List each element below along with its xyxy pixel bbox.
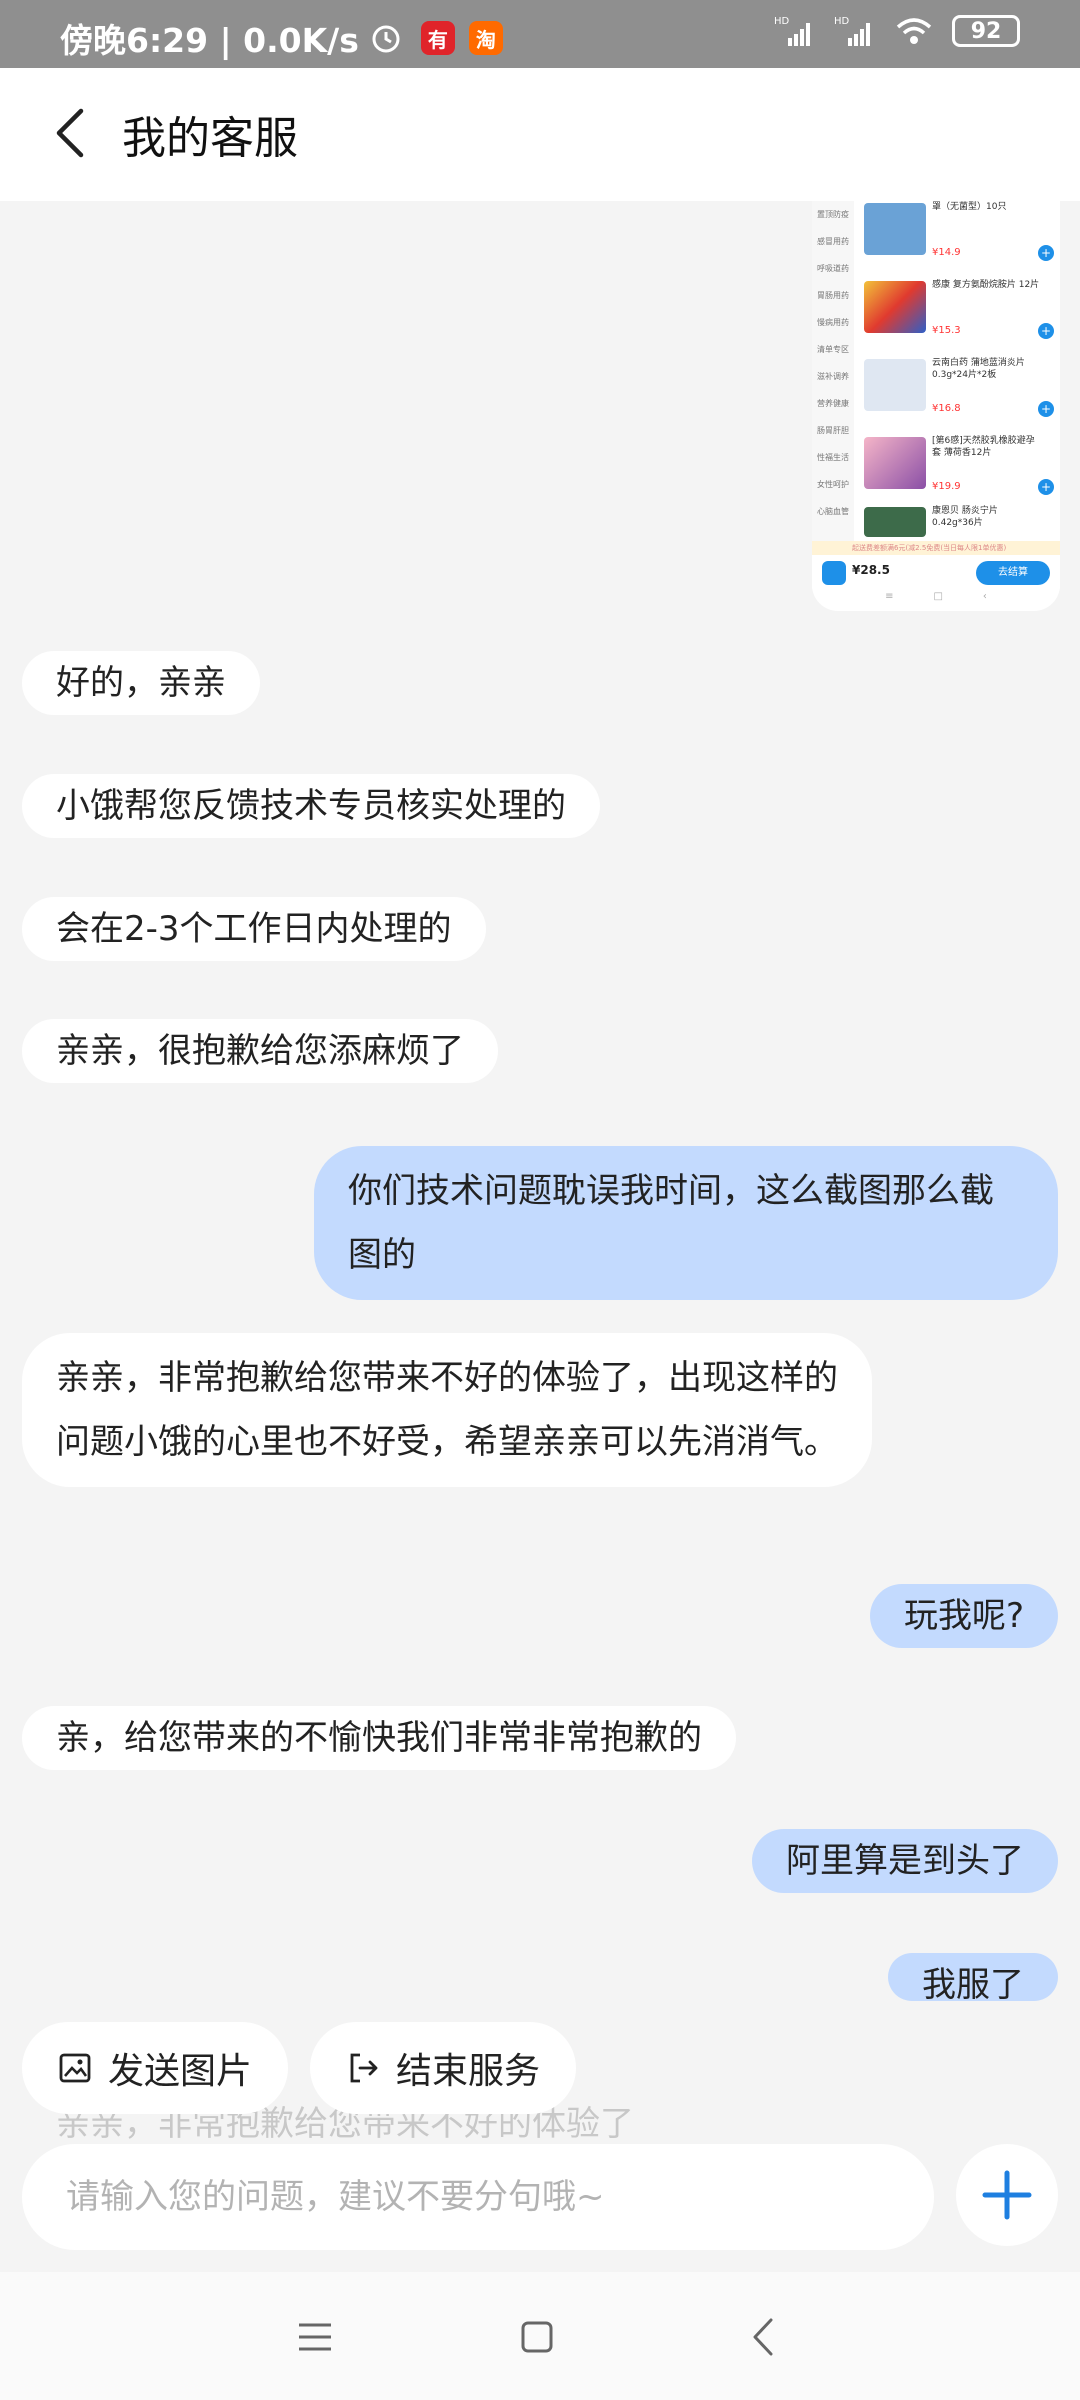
recent-apps-button[interactable]: [280, 2302, 350, 2372]
screenshot-sidebar-item: 滋补调养: [817, 372, 849, 381]
product-image: [864, 359, 926, 411]
screenshot-nav: ≡ □ ‹: [812, 591, 1060, 611]
home-button[interactable]: [502, 2302, 572, 2372]
screenshot-sidebar: 置顶防疫 感冒用药 呼吸道药 胃肠用药 慢病用药 清单专区 滋补调养 营养健康 …: [812, 201, 854, 541]
add-icon: +: [1038, 401, 1054, 417]
add-icon: +: [1038, 323, 1054, 339]
signal-icon-2: HD: [834, 16, 870, 46]
cart-total: ¥28.5: [852, 563, 890, 577]
logout-icon: [350, 2053, 378, 2083]
screenshot-sidebar-item: 呼吸道药: [817, 264, 849, 273]
screenshot-sidebar-item: 心脑血管: [817, 507, 849, 516]
product-price: ¥14.9: [932, 247, 961, 258]
screenshot-product: 感康 复方氨酚烷胺片 12片 ¥15.3 +: [860, 275, 1060, 355]
screenshot-product: [第6感]天然胶乳橡胶避孕套 薄荷香12片 ¥19.9 +: [860, 431, 1060, 511]
screenshot-product: 云南白药 蒲地蓝消炎片 0.3g*24片*2板 ¥16.8 +: [860, 353, 1060, 433]
back-nav-button[interactable]: [728, 2302, 798, 2372]
svg-text:HD: HD: [774, 16, 790, 27]
message-input[interactable]: [22, 2144, 934, 2250]
screenshot-sidebar-item: 感冒用药: [817, 237, 849, 246]
back-button[interactable]: [36, 98, 106, 168]
chat-area[interactable]: 置顶防疫 感冒用药 呼吸道药 胃肠用药 慢病用药 清单专区 滋补调养 营养健康 …: [0, 201, 1080, 2001]
agent-message: 亲，给您带来的不愉快我们非常非常抱歉的: [22, 1706, 736, 1770]
page-title: 我的客服: [122, 113, 298, 164]
end-service-label: 结束服务: [396, 2051, 541, 2092]
screenshot-sidebar-item: 清单专区: [817, 345, 849, 354]
product-name: [第6感]天然胶乳橡胶避孕套 薄荷香12片: [932, 436, 1035, 458]
product-image: [864, 281, 926, 333]
agent-message: 好的，亲亲: [22, 651, 260, 715]
screenshot-sidebar-item: 营养健康: [817, 399, 849, 408]
more-button[interactable]: [956, 2144, 1058, 2246]
status-left: 傍晚6:29 | 0.0K/s 有 淘: [60, 14, 503, 62]
menu-icon: ≡: [885, 591, 894, 602]
image-icon: [59, 2053, 91, 2083]
agent-message: 会在2-3个工作日内处理的: [22, 897, 486, 961]
status-bar: 傍晚6:29 | 0.0K/s 有 淘 HD HD 92: [0, 0, 1080, 68]
agent-message: 小饿帮您反馈技术专员核实处理的: [22, 774, 600, 838]
agent-message: 亲亲，很抱歉给您添麻烦了: [22, 1019, 498, 1083]
back-arrow-icon: [753, 2318, 773, 2356]
product-image: [864, 437, 926, 489]
wifi-icon: [896, 18, 932, 44]
agent-message: 亲亲，非常抱歉给您带来不好的体验了，出现这样的问题小饿的心里也不好受，希望亲亲可…: [22, 1333, 872, 1487]
screenshot-sidebar-item: 慢病用药: [817, 318, 849, 327]
screenshot-sidebar-item: 肠胃肝胆: [817, 426, 849, 435]
cart-icon: [822, 561, 846, 585]
status-time-speed: 傍晚6:29 | 0.0K/s: [60, 21, 359, 60]
taobao-icon: 淘: [468, 21, 503, 55]
send-image-label: 发送图片: [108, 2051, 253, 2092]
add-icon: +: [1038, 479, 1054, 495]
screenshot-sidebar-item: 胃肠用药: [817, 291, 849, 300]
product-price: ¥15.3: [932, 325, 961, 336]
plus-icon: [982, 2170, 1032, 2220]
product-image: [864, 203, 926, 255]
product-image: [864, 507, 926, 537]
product-price: ¥19.9: [932, 481, 961, 492]
send-image-button[interactable]: 发送图片: [22, 2022, 289, 2114]
app-badge-icon: 有: [420, 21, 455, 55]
svg-text:HD: HD: [834, 16, 850, 27]
menu-icon: [299, 2323, 331, 2351]
chevron-left-icon: [56, 108, 84, 158]
screenshot-cart-bar: ¥28.5 去结算: [812, 555, 1060, 591]
user-message: 我服了: [888, 1953, 1058, 2001]
status-right: HD HD 92: [774, 14, 1020, 48]
checkout-label: 去结算: [976, 561, 1050, 585]
header: 我的客服: [0, 68, 1080, 201]
screenshot-product: 康恩贝 肠炎宁片 0.42g*36片: [860, 501, 1060, 541]
message-input-container: [22, 2144, 934, 2250]
system-nav-bar: [0, 2272, 1080, 2400]
promo-strip: 起送费差额满6元(减2.5免费(当日每人限1单优惠): [812, 541, 1060, 555]
product-name: 康恩贝 肠炎宁片 0.42g*36片: [932, 506, 998, 528]
user-message: 你们技术问题耽误我时间，这么截图那么截图的: [314, 1146, 1058, 1300]
end-service-button[interactable]: 结束服务: [310, 2022, 577, 2114]
add-icon: +: [1038, 245, 1054, 261]
user-message: 玩我呢?: [869, 1584, 1058, 1648]
home-square-icon: [521, 2321, 553, 2353]
battery-indicator: 92: [952, 15, 1020, 47]
screenshot-sidebar-item: 女性呵护: [817, 480, 849, 489]
product-price: ¥16.8: [932, 403, 961, 414]
signal-icon: HD: [774, 16, 810, 46]
screenshot-sidebar-item: 性福生活: [817, 453, 849, 462]
product-name: 云南白药 蒲地蓝消炎片 0.3g*24片*2板: [932, 358, 1025, 380]
product-name: 罩（无菌型）10只: [932, 202, 1007, 212]
user-message: 阿里算是到头了: [752, 1829, 1058, 1893]
home-icon: □: [933, 591, 943, 602]
screenshot-sidebar-item: 置顶防疫: [817, 210, 849, 219]
product-name: 感康 复方氨酚烷胺片 12片: [932, 280, 1040, 290]
screenshot-product: 罩（无菌型）10只 ¥14.9 +: [860, 201, 1060, 277]
alarm-icon: [372, 25, 400, 53]
image-message[interactable]: 置顶防疫 感冒用药 呼吸道药 胃肠用药 慢病用药 清单专区 滋补调养 营养健康 …: [812, 201, 1060, 611]
back-icon: ‹: [982, 591, 987, 602]
